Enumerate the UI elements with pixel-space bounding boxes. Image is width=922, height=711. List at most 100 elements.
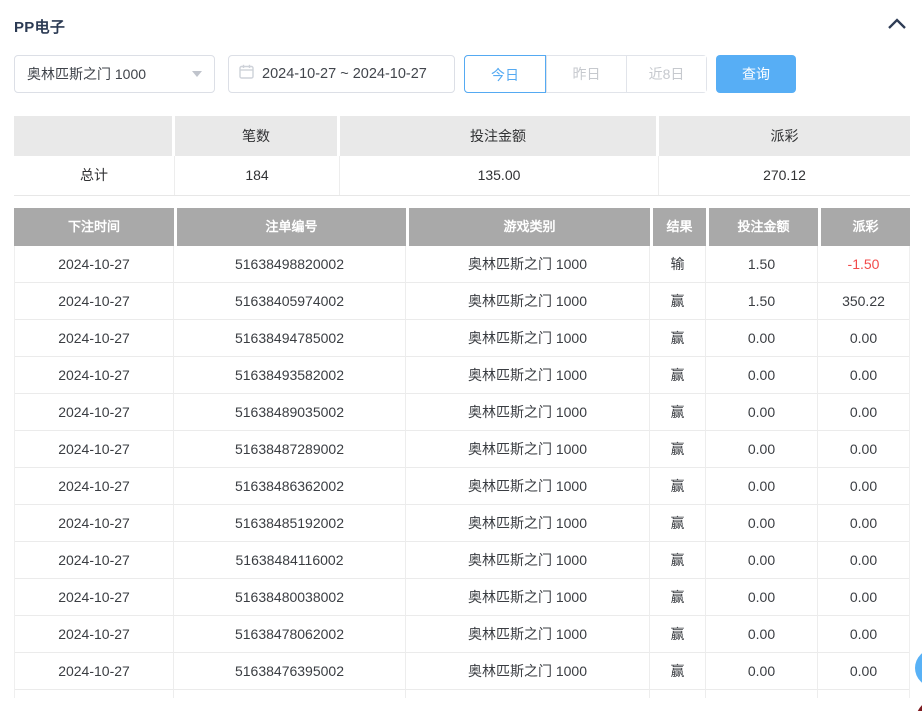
cell-bet-id: 51638493582002 (174, 357, 406, 394)
cell-bet-time (15, 690, 174, 698)
cell-bet-id: 51638486362002 (174, 468, 406, 505)
cell-bet-time: 2024-10-27 (15, 542, 174, 579)
cell-bet-time: 2024-10-27 (15, 505, 174, 542)
cell-game-type: 奥林匹斯之门 1000 (406, 320, 650, 357)
cell-result: 赢 (650, 505, 706, 542)
cell-bet-amount: 0.00 (706, 616, 818, 653)
cell-result: 赢 (650, 653, 706, 690)
cell-payout: 0.00 (818, 505, 909, 542)
cell-bet-time: 2024-10-27 (15, 579, 174, 616)
cell-result: 赢 (650, 542, 706, 579)
cell-payout: -1.50 (818, 246, 909, 283)
cell-bet-id: 51638498820002 (174, 246, 406, 283)
cell-result: 输 (650, 246, 706, 283)
date-range-input[interactable]: 2024-10-27 ~ 2024-10-27 (228, 55, 455, 93)
table-body: 2024-10-27 51638498820002 奥林匹斯之门 1000 输 … (14, 246, 910, 698)
cell-bet-id: 51638405974002 (174, 283, 406, 320)
cell-payout (818, 690, 909, 698)
panel-content: PP电子 奥林匹斯之门 1000 2024-10-27 ~ 2024-10-27… (0, 0, 922, 698)
summary-total-label: 总计 (14, 156, 175, 195)
table-row: 2024-10-27 51638405974002 奥林匹斯之门 1000 赢 … (15, 283, 909, 320)
header-bet-time: 下注时间 (14, 208, 174, 246)
cell-bet-time: 2024-10-27 (15, 468, 174, 505)
panel-header: PP电子 (14, 12, 910, 40)
cell-bet-amount: 1.50 (706, 246, 818, 283)
cell-bet-amount: 0.00 (706, 579, 818, 616)
caret-down-icon (192, 71, 202, 77)
cell-bet-id: 51638478062002 (174, 616, 406, 653)
pp-games-report-panel: PP电子 奥林匹斯之门 1000 2024-10-27 ~ 2024-10-27… (0, 0, 922, 711)
quick-button-yesterday[interactable]: 昨日 (546, 56, 626, 92)
floating-action-red[interactable] (916, 700, 922, 711)
summary-header-row: 笔数 投注金额 派彩 (14, 116, 910, 156)
cell-bet-id: 51638480038002 (174, 579, 406, 616)
cell-bet-amount: 0.00 (706, 468, 818, 505)
cell-result: 赢 (650, 394, 706, 431)
table-row: 2024-10-27 51638493582002 奥林匹斯之门 1000 赢 … (15, 357, 909, 394)
cell-result: 赢 (650, 468, 706, 505)
table-row: 2024-10-27 51638486362002 奥林匹斯之门 1000 赢 … (15, 468, 909, 505)
cell-result: 赢 (650, 357, 706, 394)
cell-bet-time: 2024-10-27 (15, 653, 174, 690)
cell-bet-amount: 1.50 (706, 283, 818, 320)
query-button[interactable]: 查询 (716, 55, 796, 93)
bet-records-table: 下注时间 注单编号 游戏类别 结果 投注金额 派彩 2024-10-27 516… (14, 208, 910, 698)
cell-result (650, 690, 706, 698)
table-row: 2024-10-27 51638489035002 奥林匹斯之门 1000 赢 … (15, 394, 909, 431)
summary-header-count: 笔数 (175, 116, 337, 156)
summary-header-payout: 派彩 (659, 116, 910, 156)
cell-game-type: 奥林匹斯之门 1000 (406, 357, 650, 394)
cell-payout: 0.00 (818, 468, 909, 505)
header-result: 结果 (653, 208, 706, 246)
header-game-type: 游戏类别 (409, 208, 650, 246)
calendar-icon (239, 64, 254, 84)
summary-bet-amount-value: 135.00 (340, 156, 659, 195)
cell-bet-id: 51638494785002 (174, 320, 406, 357)
table-row: 2024-10-27 51638478062002 奥林匹斯之门 1000 赢 … (15, 616, 909, 653)
cell-payout: 0.00 (818, 394, 909, 431)
panel-title: PP电子 (14, 16, 65, 37)
cell-bet-id: 51638485192002 (174, 505, 406, 542)
cell-payout: 0.00 (818, 579, 909, 616)
table-header-row: 下注时间 注单编号 游戏类别 结果 投注金额 派彩 (14, 208, 910, 246)
summary-table: 笔数 投注金额 派彩 总计 184 135.00 270.12 (14, 116, 910, 196)
table-row: 2024-10-27 51638485192002 奥林匹斯之门 1000 赢 … (15, 505, 909, 542)
table-row: 2024-10-27 51638487289002 奥林匹斯之门 1000 赢 … (15, 431, 909, 468)
table-row: 2024-10-27 51638480038002 奥林匹斯之门 1000 赢 … (15, 579, 909, 616)
cell-result: 赢 (650, 283, 706, 320)
cell-payout: 0.00 (818, 357, 909, 394)
summary-total-row: 总计 184 135.00 270.12 (14, 156, 910, 196)
cell-result: 赢 (650, 320, 706, 357)
quick-button-today[interactable]: 今日 (464, 55, 546, 93)
table-row: 2024-10-27 51638498820002 奥林匹斯之门 1000 输 … (15, 246, 909, 283)
date-range-value: 2024-10-27 ~ 2024-10-27 (262, 66, 427, 82)
game-select[interactable]: 奥林匹斯之门 1000 (14, 55, 215, 93)
quick-date-group: 今日 昨日 近8日 (464, 55, 707, 93)
cell-bet-id: 51638476395002 (174, 653, 406, 690)
cell-bet-amount: 0.00 (706, 394, 818, 431)
table-row (15, 690, 909, 698)
cell-bet-time: 2024-10-27 (15, 283, 174, 320)
summary-header-empty (14, 116, 172, 156)
cell-game-type: 奥林匹斯之门 1000 (406, 542, 650, 579)
summary-payout-value: 270.12 (659, 156, 910, 195)
cell-payout: 0.00 (818, 320, 909, 357)
cell-payout: 350.22 (818, 283, 909, 320)
cell-game-type (406, 690, 650, 698)
cell-game-type: 奥林匹斯之门 1000 (406, 283, 650, 320)
cell-bet-amount: 0.00 (706, 542, 818, 579)
table-row: 2024-10-27 51638476395002 奥林匹斯之门 1000 赢 … (15, 653, 909, 690)
header-payout: 派彩 (821, 208, 910, 246)
header-bet-id: 注单编号 (177, 208, 406, 246)
cell-game-type: 奥林匹斯之门 1000 (406, 246, 650, 283)
quick-button-last8days[interactable]: 近8日 (626, 56, 706, 92)
table-row: 2024-10-27 51638494785002 奥林匹斯之门 1000 赢 … (15, 320, 909, 357)
collapse-button[interactable] (884, 15, 910, 37)
game-select-value: 奥林匹斯之门 1000 (27, 64, 146, 84)
cell-bet-time: 2024-10-27 (15, 246, 174, 283)
cell-bet-amount: 0.00 (706, 653, 818, 690)
cell-bet-time: 2024-10-27 (15, 320, 174, 357)
cell-payout: 0.00 (818, 653, 909, 690)
cell-bet-id: 51638484116002 (174, 542, 406, 579)
cell-bet-amount (706, 690, 818, 698)
